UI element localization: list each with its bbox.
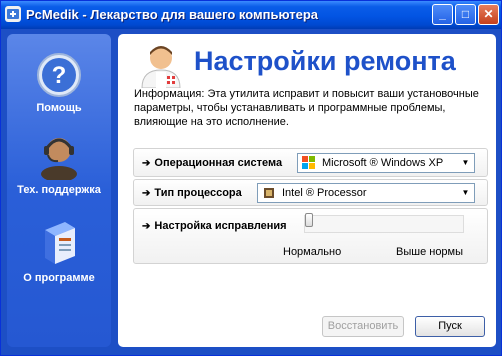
repair-row: ➔ Настройка исправления Нормально Выше но… [133, 208, 488, 264]
arrow-right-icon: ➔ [142, 188, 151, 199]
arrow-right-icon: ➔ [142, 158, 151, 169]
sidebar-item-about[interactable]: О программе [7, 218, 111, 284]
os-row: ➔ Операционная система Microsoft ® Window… [133, 148, 488, 177]
repair-label: ➔ Настройка исправления [142, 220, 287, 232]
sidebar: ? Помощь Тех. поддержка О программе [7, 34, 111, 347]
sidebar-item-help[interactable]: ? Помощь [7, 52, 111, 114]
repair-slider[interactable] [304, 215, 464, 233]
sidebar-item-label: О программе [23, 272, 95, 284]
svg-text:?: ? [52, 62, 67, 89]
cpu-select[interactable]: Intel ® Processor ▼ [257, 183, 475, 203]
doctor-icon [141, 46, 181, 88]
restore-button[interactable]: Восстановить [322, 316, 404, 337]
os-label: ➔ Операционная система [142, 157, 283, 169]
chevron-down-icon[interactable]: ▼ [457, 184, 474, 202]
window-title: PcMedik - Лекарство для вашего компьютер… [26, 7, 319, 22]
title-bar[interactable]: PcMedik - Лекарство для вашего компьютер… [1, 1, 501, 29]
cpu-label: ➔ Тип процессора [142, 187, 242, 199]
tick-high-label: Выше нормы [396, 246, 464, 258]
page-title: Настройки ремонта [194, 46, 456, 76]
tick-low-label: Нормально [283, 246, 342, 258]
cpu-row: ➔ Тип процессора Intel ® Processor ▼ [133, 179, 488, 206]
cpu-chip-icon [264, 188, 274, 198]
sidebar-item-label: Помощь [36, 102, 82, 114]
sidebar-item-support[interactable]: Тех. поддержка [7, 130, 111, 196]
start-button[interactable]: Пуск [415, 316, 485, 337]
close-button[interactable]: ✕ [478, 4, 499, 25]
minimize-button[interactable]: _ [432, 4, 453, 25]
support-headset-icon [41, 138, 77, 180]
sidebar-item-label: Тех. поддержка [17, 184, 101, 196]
app-window: PcMedik - Лекарство для вашего компьютер… [0, 0, 502, 356]
os-select[interactable]: Microsoft ® Windows XP ▼ [297, 153, 475, 173]
help-icon: ? [37, 53, 81, 97]
maximize-button[interactable]: □ [455, 4, 476, 25]
info-text: Информация: Эта утилита исправит и повыс… [134, 88, 479, 128]
windows-logo-icon [302, 156, 315, 169]
slider-thumb[interactable] [305, 213, 313, 227]
app-icon[interactable] [5, 6, 21, 22]
arrow-right-icon: ➔ [142, 221, 151, 232]
chevron-down-icon[interactable]: ▼ [457, 154, 474, 172]
about-box-icon [45, 222, 75, 264]
main-panel: Настройки ремонта Информация: Эта утилит… [118, 34, 496, 347]
